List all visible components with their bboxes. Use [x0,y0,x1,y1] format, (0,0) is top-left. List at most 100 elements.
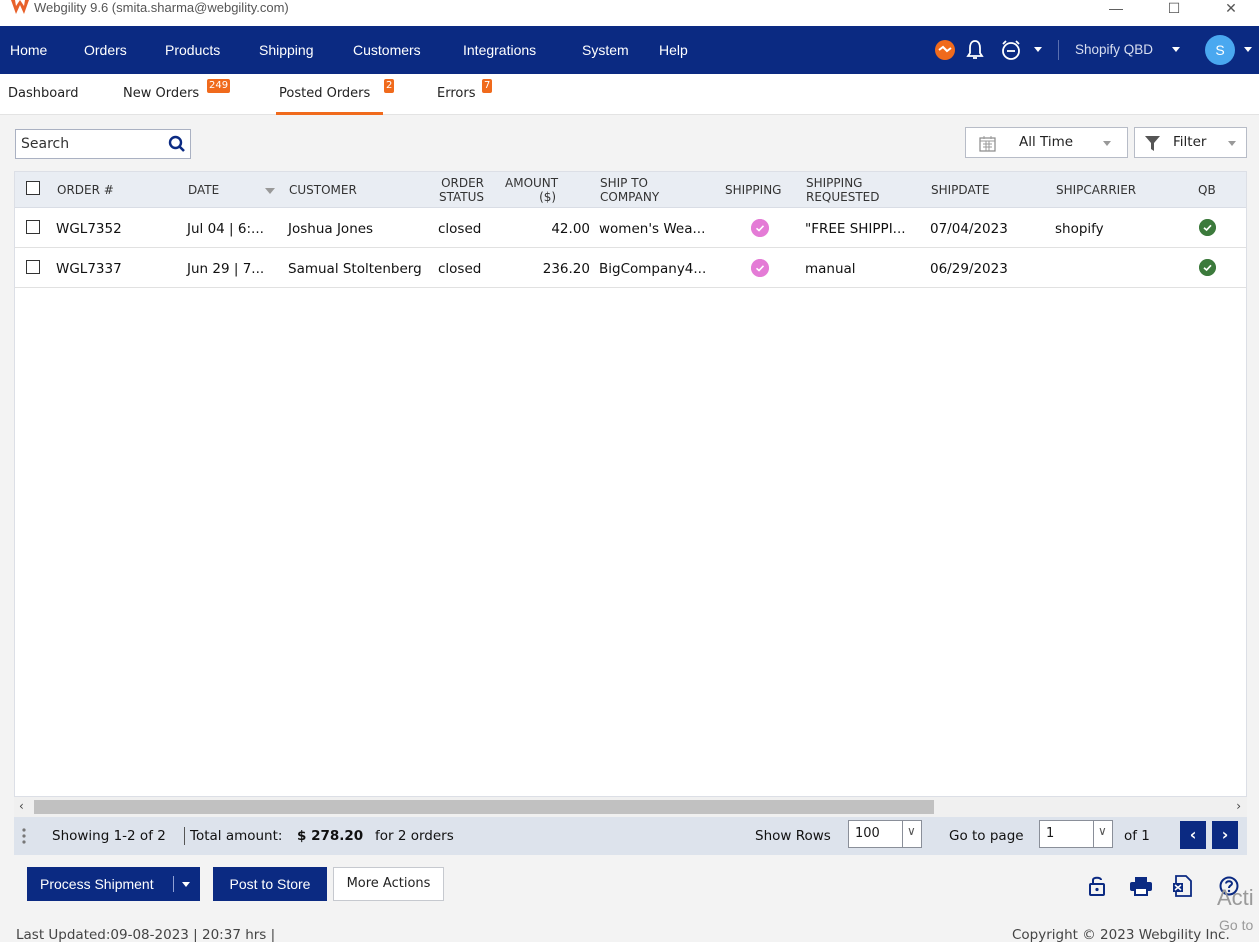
previous-page-button[interactable]: ‹ [1180,821,1206,849]
more-actions-button[interactable]: More Actions [333,867,444,901]
select-divider [1093,821,1094,847]
header-line: ($) [539,190,557,204]
header-line: ORDER [441,176,485,190]
shipping-requested: manual [805,261,856,277]
maximize-button[interactable]: ☐ [1154,0,1194,20]
go-to-page-label: Go to page [949,828,1024,844]
unlock-icon[interactable] [1088,875,1106,897]
column-header-date[interactable]: DATE [188,183,219,197]
avatar[interactable]: S [1205,35,1235,65]
order-number[interactable]: WGL7337 [56,261,122,277]
column-header-customer[interactable]: CUSTOMER [289,183,357,197]
ship-to-company: BigCompany4... [599,261,707,277]
total-amount: $ 278.20 [297,828,364,844]
row-checkbox[interactable] [26,220,40,234]
showing-count: Showing 1-2 of 2 [52,828,166,844]
search-input[interactable] [16,130,156,158]
qb-posted-check-icon[interactable] [1199,219,1216,236]
page-select[interactable]: 1 ∨ [1039,820,1113,848]
nav-integrations[interactable]: Integrations [463,26,536,74]
orders-table: ORDER # DATE CUSTOMER ORDER STATUS AMOUN… [14,171,1247,797]
chevron-down-icon[interactable] [1244,47,1252,52]
chevron-down-icon[interactable] [1034,47,1042,52]
filter-dropdown[interactable]: Filter [1134,127,1247,158]
qb-posted-check-icon[interactable] [1199,259,1216,276]
more-options-icon[interactable] [21,828,27,844]
row-checkbox[interactable] [26,260,40,274]
nav-help[interactable]: Help [659,26,688,74]
last-updated-text: Last Updated:09-08-2023 | 20:37 hrs | [16,927,276,942]
webgility-logo-icon [11,0,29,14]
shipping-check-icon[interactable] [751,259,769,277]
table-row[interactable]: WGL7352 Jul 04 | 6:... Joshua Jones clos… [15,208,1246,248]
alarm-clock-icon[interactable] [1000,39,1022,61]
column-header-order-status[interactable]: ORDER STATUS [439,176,484,204]
date-range-dropdown[interactable]: All Time [965,127,1128,158]
store-selector[interactable]: Shopify QBD [1075,26,1153,74]
button-divider [173,876,174,892]
activation-watermark: Acti [1217,885,1254,910]
print-icon[interactable] [1129,876,1153,896]
table-header: ORDER # DATE CUSTOMER ORDER STATUS AMOUN… [15,172,1246,208]
scroll-left-icon[interactable]: ‹ [19,799,24,813]
horizontal-scrollbar[interactable]: ‹ › [14,797,1247,817]
ship-carrier: shopify [1055,221,1104,237]
column-header-amount[interactable]: AMOUNT ($) [505,176,558,204]
nav-orders[interactable]: Orders [84,26,127,74]
table-footer: Showing 1-2 of 2 Total amount: $ 278.20 … [14,817,1247,855]
show-rows-select[interactable]: 100 ∨ [848,820,922,848]
main-navbar: Home Orders Products Shipping Customers … [0,26,1259,74]
nav-customers[interactable]: Customers [353,26,421,74]
process-shipment-button[interactable]: Process Shipment [27,867,200,901]
tab-errors[interactable]: Errors 7 [437,79,493,101]
shipping-check-icon[interactable] [751,219,769,237]
tab-posted-orders[interactable]: Posted Orders 2 [279,79,395,101]
tab-label: New Orders [123,86,200,101]
filter-label: Filter [1173,134,1207,150]
activation-watermark-line2: Go to [1219,917,1254,933]
order-status: closed [438,221,482,237]
count-badge: 249 [207,79,231,93]
chevron-down-icon[interactable] [1172,47,1180,52]
order-number[interactable]: WGL7352 [56,221,122,237]
nav-system[interactable]: System [582,26,629,74]
tab-dashboard[interactable]: Dashboard [8,86,79,101]
column-header-shipdate[interactable]: SHIPDATE [931,183,990,197]
bell-icon[interactable] [966,39,984,61]
column-header-qb[interactable]: QB [1198,183,1216,197]
order-status: closed [438,261,482,277]
header-line: SHIPPING [806,176,863,190]
column-header-shipping[interactable]: SHIPPING [725,183,781,197]
count-badge: 7 [482,79,493,93]
order-date: Jun 29 | 7... [187,261,265,277]
scrollbar-thumb[interactable] [34,800,934,814]
nav-home[interactable]: Home [10,26,47,74]
title-bar: Webgility 9.6 (smita.sharma@webgility.co… [0,0,1259,26]
minimize-button[interactable]: — [1096,0,1136,20]
column-header-shipping-requested[interactable]: SHIPPING REQUESTED [806,176,880,204]
select-all-checkbox[interactable] [26,181,40,195]
next-page-button[interactable]: › [1212,821,1238,849]
column-header-shipcarrier[interactable]: SHIPCARRIER [1056,183,1136,197]
table-row[interactable]: WGL7337 Jun 29 | 7... Samual Stoltenberg… [15,248,1246,288]
close-button[interactable]: ✕ [1211,0,1251,20]
tab-new-orders[interactable]: New Orders 249 [123,79,231,101]
nav-shipping[interactable]: Shipping [259,26,314,74]
column-header-order[interactable]: ORDER # [57,183,114,197]
chevron-down-icon[interactable] [182,882,190,887]
ship-date: 06/29/2023 [930,261,1008,277]
chevron-down-icon: ∨ [907,824,916,838]
page-total: of 1 [1124,828,1150,844]
column-header-ship-to-company[interactable]: SHIP TO COMPANY [600,176,659,204]
export-excel-icon[interactable] [1172,875,1192,897]
page-value: 1 [1046,826,1055,841]
sort-descending-icon[interactable] [265,188,275,194]
scroll-right-icon[interactable]: › [1236,799,1241,813]
nav-products[interactable]: Products [165,26,220,74]
order-amount: 42.00 [551,221,590,237]
order-amount: 236.20 [542,261,590,277]
search-icon[interactable] [168,135,186,153]
tab-label: Posted Orders [279,86,371,101]
sync-status-icon[interactable] [934,39,956,61]
post-to-store-button[interactable]: Post to Store [213,867,327,901]
